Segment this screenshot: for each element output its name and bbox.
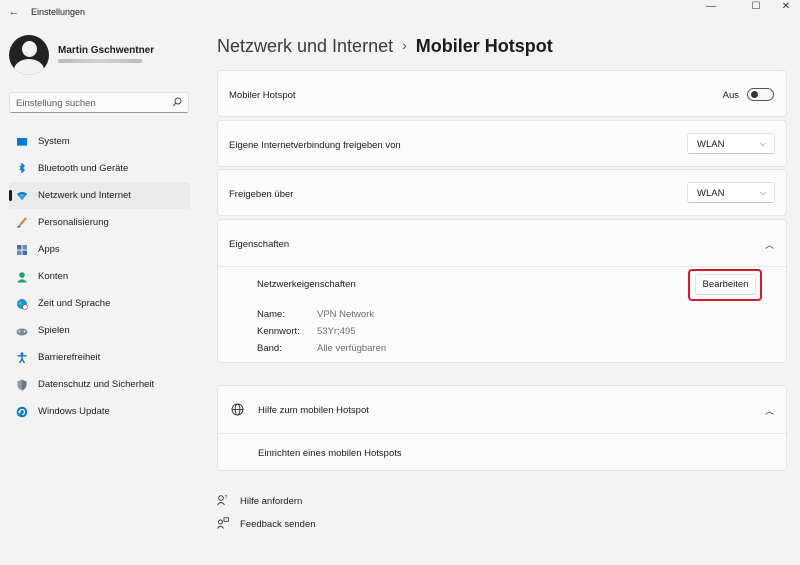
band-label: Band: (257, 343, 282, 354)
close-button[interactable]: ✕ (775, 0, 797, 14)
band-value: Alle verfügbaren (317, 343, 387, 354)
search-icon (172, 97, 182, 107)
sidebar-item-apps[interactable]: Apps (9, 236, 190, 263)
sidebar-item-network[interactable]: Netzwerk und Internet (9, 182, 190, 209)
app-title: Einstellungen (31, 7, 86, 17)
gamepad-icon (16, 328, 28, 336)
sidebar-item-label: System (38, 136, 70, 147)
globe-clock-icon (17, 299, 28, 310)
properties-label: Eigenschaften (229, 239, 290, 250)
sidebar-item-accessibility[interactable]: Barrierefreiheit (9, 344, 190, 371)
get-help-link[interactable]: ? Hilfe anfordern (217, 494, 337, 508)
get-help-label: Hilfe anfordern (240, 496, 303, 507)
sidebar-item-accounts[interactable]: Konten (9, 263, 190, 290)
chevron-up-icon: ︿ (764, 406, 774, 416)
hotspot-toggle-state: Aus (722, 90, 739, 101)
back-button[interactable]: ← (6, 4, 22, 20)
sidebar-item-label: Datenschutz und Sicherheit (38, 379, 155, 390)
edit-button[interactable]: Bearbeiten (695, 274, 756, 295)
title-bar: ← Einstellungen — ☐ ✕ (0, 0, 800, 24)
sidebar-item-personalization[interactable]: Personalisierung (9, 209, 190, 236)
shield-icon (17, 379, 27, 391)
avatar[interactable] (9, 35, 49, 75)
network-properties-label: Netzwerkeigenschaften (257, 279, 356, 290)
sidebar-item-bluetooth[interactable]: Bluetooth und Geräte (9, 155, 190, 182)
hotspot-card: Mobiler Hotspot Aus (217, 70, 787, 117)
minimize-button[interactable]: — (700, 0, 722, 14)
name-label: Name: (257, 309, 285, 320)
help-card: Hilfe zum mobilen Hotspot ︿ Einrichten e… (217, 385, 787, 471)
account-icon (17, 272, 27, 283)
globe-icon (231, 403, 244, 416)
hotspot-toggle[interactable] (747, 88, 774, 101)
sidebar-item-label: Spielen (38, 325, 70, 336)
back-arrow-icon: ← (8, 6, 20, 18)
page-title: Mobiler Hotspot (415, 36, 553, 56)
breadcrumb: Netzwerk und Internet › Mobiler Hotspot (217, 36, 553, 57)
sidebar-item-label: Personalisierung (38, 217, 109, 228)
chevron-up-icon: ︿ (764, 240, 774, 250)
close-icon: ✕ (781, 1, 791, 12)
sidebar-item-label: Bluetooth und Geräte (38, 163, 129, 174)
help-header[interactable]: Hilfe zum mobilen Hotspot ︿ (218, 386, 786, 433)
password-label: Kennwort: (257, 326, 300, 337)
sidebar-item-windows-update[interactable]: Windows Update (9, 398, 190, 425)
properties-header[interactable]: Eigenschaften ︿ (218, 220, 786, 266)
maximize-button[interactable]: ☐ (745, 0, 767, 14)
chevron-down-icon: ⌵ (759, 139, 766, 148)
feedback-link[interactable]: Feedback senden (217, 517, 337, 531)
sidebar-item-label: Netzwerk und Internet (38, 190, 131, 201)
share-from-card: Eigene Internetverbindung freigeben von … (217, 120, 787, 167)
sidebar-item-time-language[interactable]: Zeit und Sprache (9, 290, 190, 317)
bluetooth-icon (19, 163, 25, 174)
apps-icon (17, 245, 27, 255)
share-from-label: Eigene Internetverbindung freigeben von (229, 140, 401, 151)
dropdown-value: WLAN (697, 139, 725, 150)
sidebar-item-privacy[interactable]: Datenschutz und Sicherheit (9, 371, 190, 398)
sidebar-nav: System Bluetooth und Geräte Netzwerk und… (9, 128, 190, 425)
feedback-icon (217, 517, 229, 529)
chevron-down-icon: ⌵ (759, 188, 766, 197)
share-over-dropdown[interactable]: WLAN ⌵ (687, 182, 775, 203)
password-value: 53Yr;495 (317, 326, 356, 337)
search-input[interactable]: Einstellung suchen (9, 92, 189, 113)
user-email-redacted (58, 59, 142, 63)
share-over-card: Freigeben über WLAN ⌵ (217, 169, 787, 216)
breadcrumb-parent[interactable]: Netzwerk und Internet (217, 36, 393, 56)
update-icon (16, 406, 28, 418)
search-placeholder: Einstellung suchen (16, 98, 96, 109)
brush-icon (17, 217, 27, 228)
help-link-setup-hotspot[interactable]: Einrichten eines mobilen Hotspots (258, 448, 402, 459)
network-icon (17, 192, 27, 200)
sidebar-item-gaming[interactable]: Spielen (9, 317, 190, 344)
sidebar-item-label: Barrierefreiheit (38, 352, 101, 363)
share-from-dropdown[interactable]: WLAN ⌵ (687, 133, 775, 154)
minimize-icon: — (706, 1, 716, 12)
help-person-icon: ? (217, 495, 228, 506)
dropdown-value: WLAN (697, 188, 725, 199)
sidebar-item-label: Konten (38, 271, 69, 282)
sidebar-item-label: Windows Update (38, 406, 110, 417)
name-value: VPN Network (317, 309, 375, 320)
breadcrumb-separator-icon: › (402, 37, 407, 53)
help-label: Hilfe zum mobilen Hotspot (258, 405, 369, 416)
sidebar-item-system[interactable]: System (9, 128, 190, 155)
sidebar-item-label: Zeit und Sprache (38, 298, 111, 309)
sidebar-item-label: Apps (38, 244, 60, 255)
user-name: Martin Gschwentner (58, 45, 155, 56)
hotspot-label: Mobiler Hotspot (229, 90, 296, 101)
share-over-label: Freigeben über (229, 189, 294, 200)
feedback-label: Feedback senden (240, 519, 316, 530)
maximize-icon: ☐ (751, 1, 761, 12)
svg-text:?: ? (225, 495, 228, 501)
accessibility-icon (17, 352, 27, 364)
system-icon (17, 138, 27, 146)
